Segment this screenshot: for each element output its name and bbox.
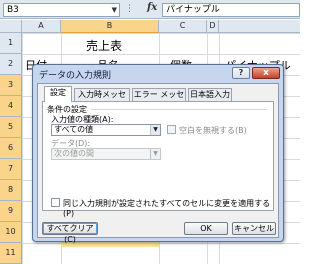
select-all-corner[interactable] [0,20,22,33]
formula-bar-grip[interactable]: ⋮ [125,4,134,14]
row-header-6[interactable]: 6 [0,138,22,159]
ignore-blank-label: 空白を無視する(B) [179,126,247,135]
data-select[interactable]: 次の値の間 ▼ [51,148,161,160]
row-header-10[interactable]: 10 [0,222,22,243]
chevron-down-icon[interactable]: ▼ [112,4,117,16]
column-header-b[interactable]: B [61,20,159,33]
help-icon: ? [238,68,244,77]
name-box[interactable]: B3 ▼ [3,3,120,17]
settings-panel: 条件の設定 入力値の種類(A): すべての値 ▼ 空白を無視する(B) データ(… [42,101,274,218]
row-header-3[interactable]: 3 [0,75,22,96]
dialog-body: 設定 入力時メッセージ エラー メッセージ 日本語入力 条件の設定 入力値の種類… [37,83,279,244]
row-header-4[interactable]: 4 [0,96,22,117]
row-header-9[interactable]: 9 [0,201,22,222]
column-header-e[interactable] [219,20,300,33]
name-box-value: B3 [7,5,19,15]
cancel-button[interactable]: キャンセル [232,222,276,235]
dialog-title: データの入力規則 [39,71,112,81]
row-header-5[interactable]: 5 [0,117,22,138]
data-validation-dialog: データの入力規則 ? x 設定 入力時メッセージ エラー メッセージ 日本語入力… [32,64,284,244]
group-divider [91,109,267,110]
allow-select[interactable]: すべての値 ▼ [51,124,161,136]
cell-b1[interactable]: 売上表 [86,37,122,54]
row-header-11[interactable]: 11 [0,243,22,264]
close-icon: x [263,68,269,78]
formula-input[interactable]: パイナップル [162,3,300,17]
tab-error-alert[interactable]: エラー メッセージ [132,88,186,111]
chevron-down-icon[interactable]: ▼ [150,125,160,135]
row-header-7[interactable]: 7 [0,159,22,180]
column-header-c[interactable]: C [159,20,207,33]
help-button[interactable]: ? [232,67,250,79]
clear-all-button[interactable]: すべてクリア(C) [42,222,98,244]
apply-to-all-label: 同じ入力規則が設定されたすべてのセルに変更を適用する(P) [63,199,271,218]
formula-content: パイナップル [166,5,220,15]
apply-to-all-checkbox[interactable] [51,198,60,207]
chevron-down-icon[interactable]: ▼ [150,149,160,159]
insert-function-icon[interactable]: fx [147,2,157,13]
allow-select-value: すべての値 [54,125,94,134]
tab-input-message[interactable]: 入力時メッセージ [74,88,130,111]
ignore-blank-checkbox[interactable] [167,125,176,134]
close-button[interactable]: x [252,67,280,79]
column-header-a[interactable]: A [22,20,61,33]
tab-ime-mode[interactable]: 日本語入力 [188,88,232,101]
tab-settings[interactable]: 設定 [44,86,72,102]
ok-button[interactable]: OK [184,222,228,235]
formula-bar: B3 ▼ ⋮ fx パイナップル [0,0,300,19]
column-header-d[interactable]: D [207,20,219,33]
row-header-8[interactable]: 8 [0,180,22,201]
row-header-2[interactable]: 2 [0,54,22,75]
data-select-value: 次の値の間 [54,149,94,158]
row-header-1[interactable]: 1 [0,33,22,54]
